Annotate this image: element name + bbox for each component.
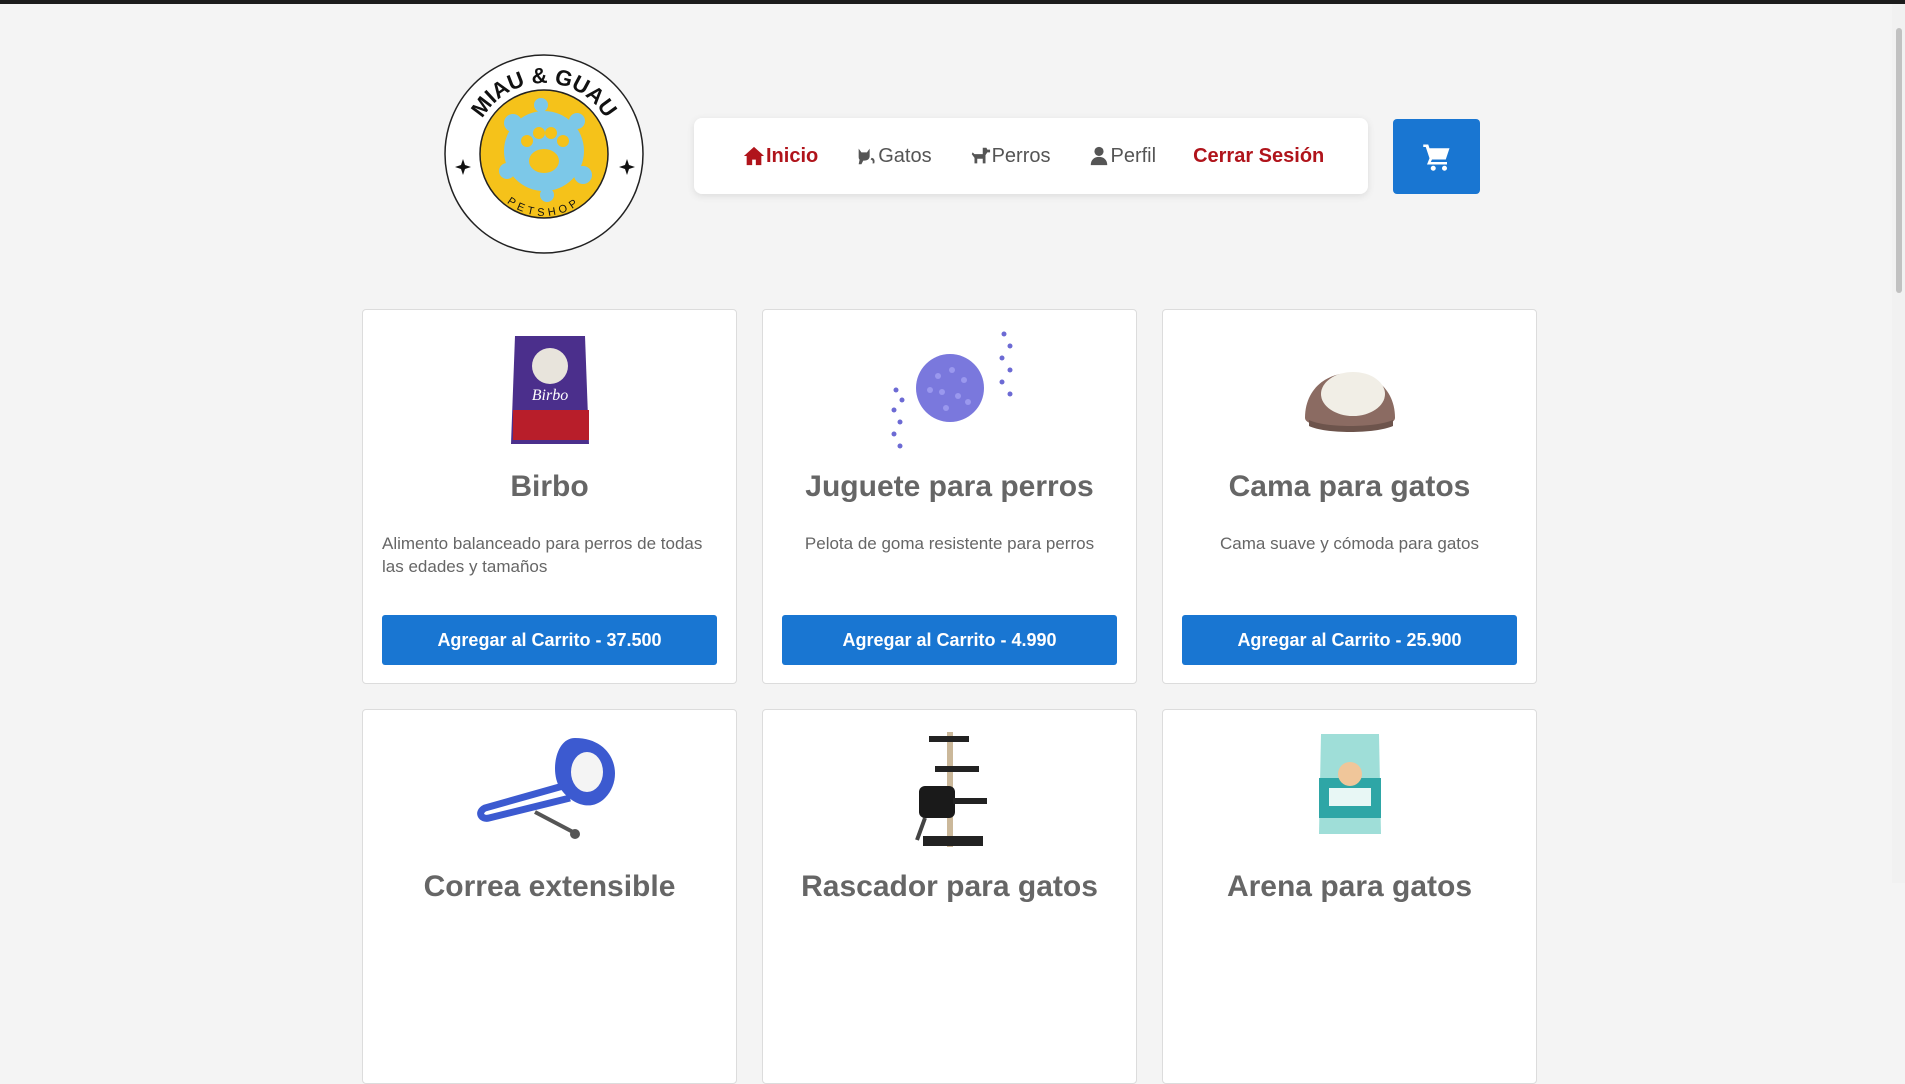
nav-item-label: Inicio (766, 144, 819, 167)
product-title: Rascador para gatos (801, 870, 1098, 903)
add-to-cart-button[interactable]: Agregar al Carrito - 25.900 (1182, 615, 1517, 665)
product-title: Juguete para perros (805, 470, 1094, 503)
product-image (763, 728, 1136, 858)
product-card: Juguete para perros Pelota de goma resis… (762, 309, 1137, 684)
nav-item-label: Perfil (1110, 144, 1157, 167)
cat-bed-image (1304, 372, 1395, 432)
cat-litter-bag-image (1318, 734, 1381, 834)
nav-item-perros[interactable]: Perros (969, 145, 1051, 168)
product-description: Alimento balanceado para perros de todas… (382, 534, 703, 576)
logo[interactable]: MIAU & GUAU PETSHOP (443, 53, 645, 255)
add-to-cart-button[interactable]: Agregar al Carrito - 37.500 (382, 615, 717, 665)
product-title: Correa extensible (423, 870, 676, 903)
cart-icon (1422, 144, 1449, 171)
cat-tree-image (914, 732, 987, 847)
nav-item-inicio[interactable]: Inicio (743, 145, 818, 168)
logout-link[interactable]: Cerrar Sesión (1193, 145, 1324, 168)
retractable-leash-image (476, 738, 615, 839)
product-image (1163, 728, 1536, 858)
nav-item-label: Perros (991, 144, 1051, 167)
product-image (1163, 328, 1536, 458)
product-description: Cama suave y cómoda para gatos (1220, 534, 1479, 553)
page-scrollbar[interactable] (1892, 4, 1905, 883)
product-card: Correa extensible (362, 709, 737, 1084)
product-title: Cama para gatos (1228, 470, 1471, 503)
nav-item-perfil[interactable]: Perfil (1088, 144, 1157, 168)
product-card: Arena para gatos (1162, 709, 1537, 1084)
home-icon (743, 146, 765, 166)
product-card: Birbo Birbo Alimento balanceado para per… (362, 309, 737, 684)
nav-item-gatos[interactable]: Gatos (855, 144, 932, 168)
nav-item-label: Gatos (878, 144, 932, 167)
product-card: Cama para gatos Cama suave y cómoda para… (1162, 309, 1537, 684)
product-description: Pelota de goma resistente para perros (804, 534, 1095, 553)
cat-icon (858, 148, 875, 165)
product-image: Birbo (363, 328, 736, 458)
window-top-border (0, 0, 1905, 4)
user-icon (1090, 146, 1107, 166)
scrollbar-thumb[interactable] (1896, 28, 1902, 293)
ball-toy-image (891, 331, 1012, 449)
product-card: Rascador para gatos (762, 709, 1137, 1084)
product-image (763, 328, 1136, 458)
cart-button[interactable] (1393, 119, 1480, 194)
dog-food-bag-image: Birbo (510, 336, 589, 444)
product-image (363, 728, 736, 858)
dog-icon (971, 147, 990, 164)
product-title: Arena para gatos (1226, 870, 1473, 903)
logo-badge: MIAU & GUAU PETSHOP (444, 54, 644, 254)
add-to-cart-button[interactable]: Agregar al Carrito - 4.990 (782, 615, 1117, 665)
main-nav: Inicio Gatos Perros Perfil Cerrar Sesión (694, 118, 1368, 194)
svg-text:Birbo: Birbo (531, 387, 567, 404)
product-title: Birbo (510, 470, 589, 503)
